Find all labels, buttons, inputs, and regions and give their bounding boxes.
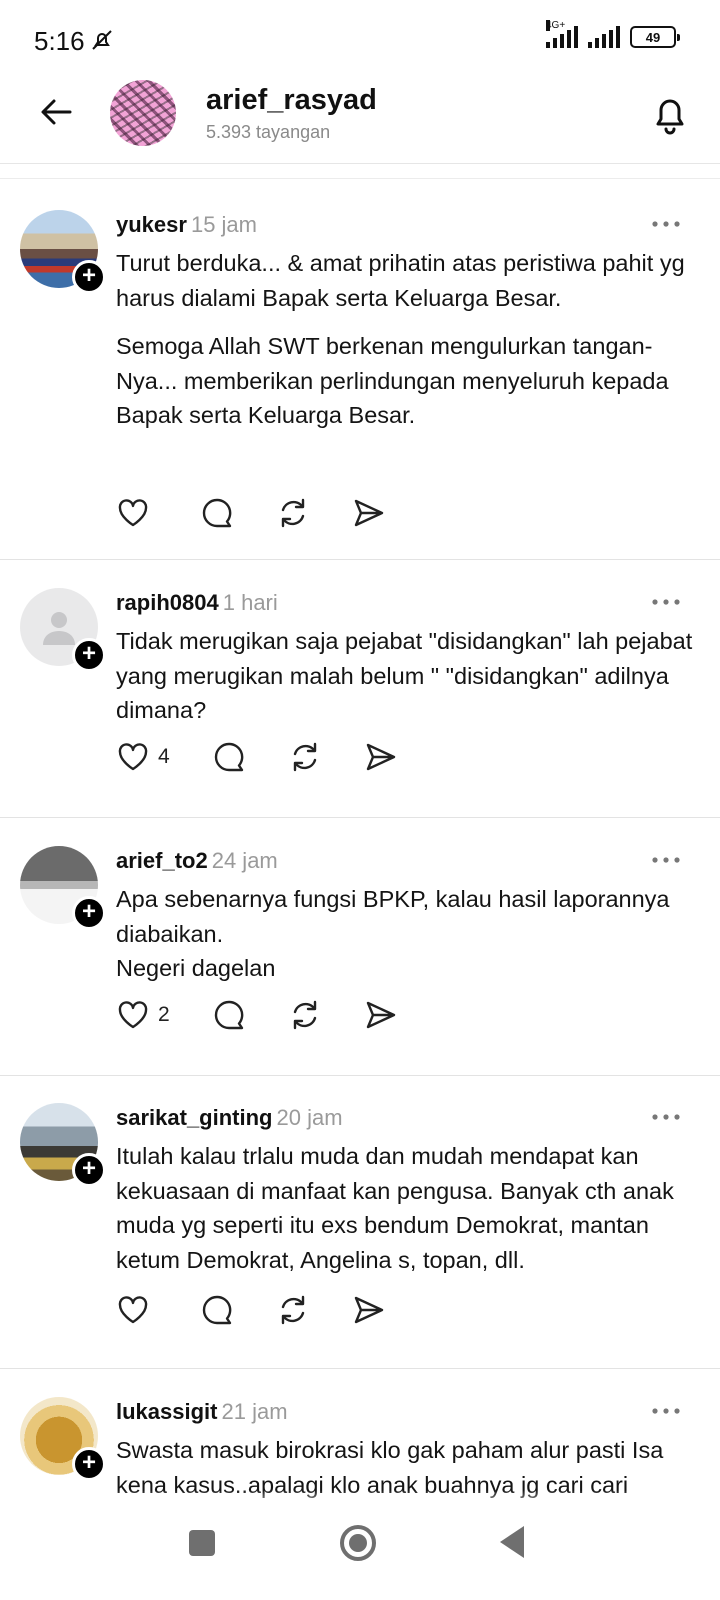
comment-actions	[116, 1293, 386, 1327]
user-avatar[interactable]: +	[20, 210, 106, 294]
follow-plus-icon[interactable]: +	[72, 260, 106, 294]
username-text[interactable]: yukesr	[116, 212, 187, 237]
comment-actions: 4	[116, 740, 398, 774]
recent-apps-icon[interactable]	[189, 1530, 215, 1556]
comment-bubble-icon[interactable]	[200, 496, 234, 530]
bell-off-icon	[92, 30, 112, 50]
default-user-icon	[43, 612, 75, 645]
heart-icon	[118, 499, 148, 527]
bell-icon[interactable]	[650, 92, 690, 136]
home-dot	[349, 1534, 367, 1552]
repost-icon[interactable]	[276, 1293, 310, 1327]
heart-icon	[118, 1001, 148, 1029]
more-options-icon[interactable]	[650, 214, 682, 234]
comment-paragraph: Tidak merugikan saja pejabat "disidangka…	[116, 628, 693, 723]
profile-avatar[interactable]	[110, 80, 176, 146]
more-options-icon[interactable]	[650, 1107, 682, 1127]
user-avatar[interactable]: +	[20, 1103, 106, 1187]
comment-paragraph: Semoga Allah SWT berkenan mengulurkan ta…	[116, 333, 669, 428]
comment-username[interactable]: lukassigit 21 jam	[116, 1399, 288, 1425]
repost-icon[interactable]	[288, 740, 322, 774]
status-time: 5:16	[34, 26, 85, 56]
repost-icon[interactable]	[288, 998, 322, 1032]
comment-username[interactable]: yukesr 15 jam	[116, 212, 257, 238]
system-nav-bar	[0, 1510, 720, 1600]
view-count: 5.393 tayangan	[206, 122, 331, 142]
more-options-icon[interactable]	[650, 592, 682, 612]
heart-icon	[118, 1296, 148, 1324]
like-count: 2	[158, 1003, 170, 1026]
comment-paragraph: Negeri dagelan	[116, 955, 276, 981]
comment-paragraph: Itulah kalau trlalu muda dan mudah menda…	[116, 1143, 674, 1273]
user-avatar[interactable]: +	[20, 588, 106, 672]
signal-icon	[588, 26, 620, 48]
share-icon[interactable]	[352, 1293, 386, 1327]
comment-username[interactable]: rapih0804 1 hari	[116, 590, 278, 616]
network-type: 4G+	[546, 20, 566, 31]
follow-plus-icon[interactable]: +	[72, 896, 106, 930]
comment-actions	[116, 496, 386, 530]
follow-plus-icon[interactable]: +	[72, 1447, 106, 1481]
comment-item: + sarikat_ginting 20 jam Itulah kalau trl…	[0, 1103, 720, 1369]
share-icon[interactable]	[352, 496, 386, 530]
signal-4g-icon: 4G+	[546, 20, 578, 48]
like-button[interactable]: 4	[116, 740, 170, 774]
comment-paragraph: Apa sebenarnya fungsi BPKP, kalau hasil …	[116, 886, 670, 947]
repost-icon[interactable]	[276, 496, 310, 530]
comment-text: Turut berduka... & amat prihatin atas pe…	[116, 246, 696, 433]
follow-plus-icon[interactable]: +	[72, 1153, 106, 1187]
share-icon[interactable]	[364, 740, 398, 774]
comment-paragraph: Turut berduka... & amat prihatin atas pe…	[116, 250, 685, 311]
page-title[interactable]: arief_rasyad	[206, 84, 377, 117]
comment-time: 15 jam	[190, 212, 257, 237]
comment-text: Itulah kalau trlalu muda dan mudah menda…	[116, 1139, 696, 1277]
comment-time: 24 jam	[211, 848, 278, 873]
status-indicators: 4G+ 49	[546, 20, 680, 48]
comment-bubble-icon[interactable]	[200, 1293, 234, 1327]
comment-username[interactable]: arief_to2 24 jam	[116, 848, 278, 874]
like-count: 4	[158, 745, 170, 768]
comment-text: Tidak merugikan saja pejabat "disidangka…	[116, 624, 696, 728]
user-avatar[interactable]: +	[20, 846, 106, 930]
username-text[interactable]: rapih0804	[116, 590, 219, 615]
like-button[interactable]	[116, 496, 158, 530]
comment-username[interactable]: sarikat_ginting 20 jam	[116, 1105, 343, 1131]
scroll-fade	[0, 1490, 720, 1512]
comment-item: + rapih0804 1 hari Tidak merugikan saja p…	[0, 588, 720, 818]
comment-item: + arief_to2 24 jam Apa sebenarnya fungsi …	[0, 846, 720, 1076]
back-arrow-icon[interactable]	[36, 92, 76, 132]
username-text[interactable]: sarikat_ginting	[116, 1105, 272, 1130]
app-header: arief_rasyad 5.393 tayangan	[0, 80, 720, 164]
comment-time: 20 jam	[276, 1105, 343, 1130]
comment-time: 21 jam	[221, 1399, 288, 1424]
share-icon[interactable]	[364, 998, 398, 1032]
comment-bubble-icon[interactable]	[212, 998, 246, 1032]
battery-icon: 49	[630, 26, 680, 48]
nav-back-icon[interactable]	[500, 1526, 524, 1558]
comment-item: + yukesr 15 jam Turut berduka... & amat p…	[0, 210, 720, 560]
divider	[0, 178, 720, 179]
like-button[interactable]: 2	[116, 998, 170, 1032]
comment-actions: 2	[116, 998, 398, 1032]
more-options-icon[interactable]	[650, 1401, 682, 1421]
comment-time: 1 hari	[222, 590, 278, 615]
status-bar: 5:16 4G+ 49	[0, 0, 720, 80]
comment-text: Apa sebenarnya fungsi BPKP, kalau hasil …	[116, 882, 696, 986]
heart-icon	[118, 743, 148, 771]
username-text[interactable]: lukassigit	[116, 1399, 217, 1424]
follow-plus-icon[interactable]: +	[72, 638, 106, 672]
more-options-icon[interactable]	[650, 850, 682, 870]
home-icon[interactable]	[340, 1525, 376, 1561]
like-button[interactable]	[116, 1293, 158, 1327]
comment-bubble-icon[interactable]	[212, 740, 246, 774]
user-avatar[interactable]: +	[20, 1397, 106, 1481]
username-text[interactable]: arief_to2	[116, 848, 208, 873]
